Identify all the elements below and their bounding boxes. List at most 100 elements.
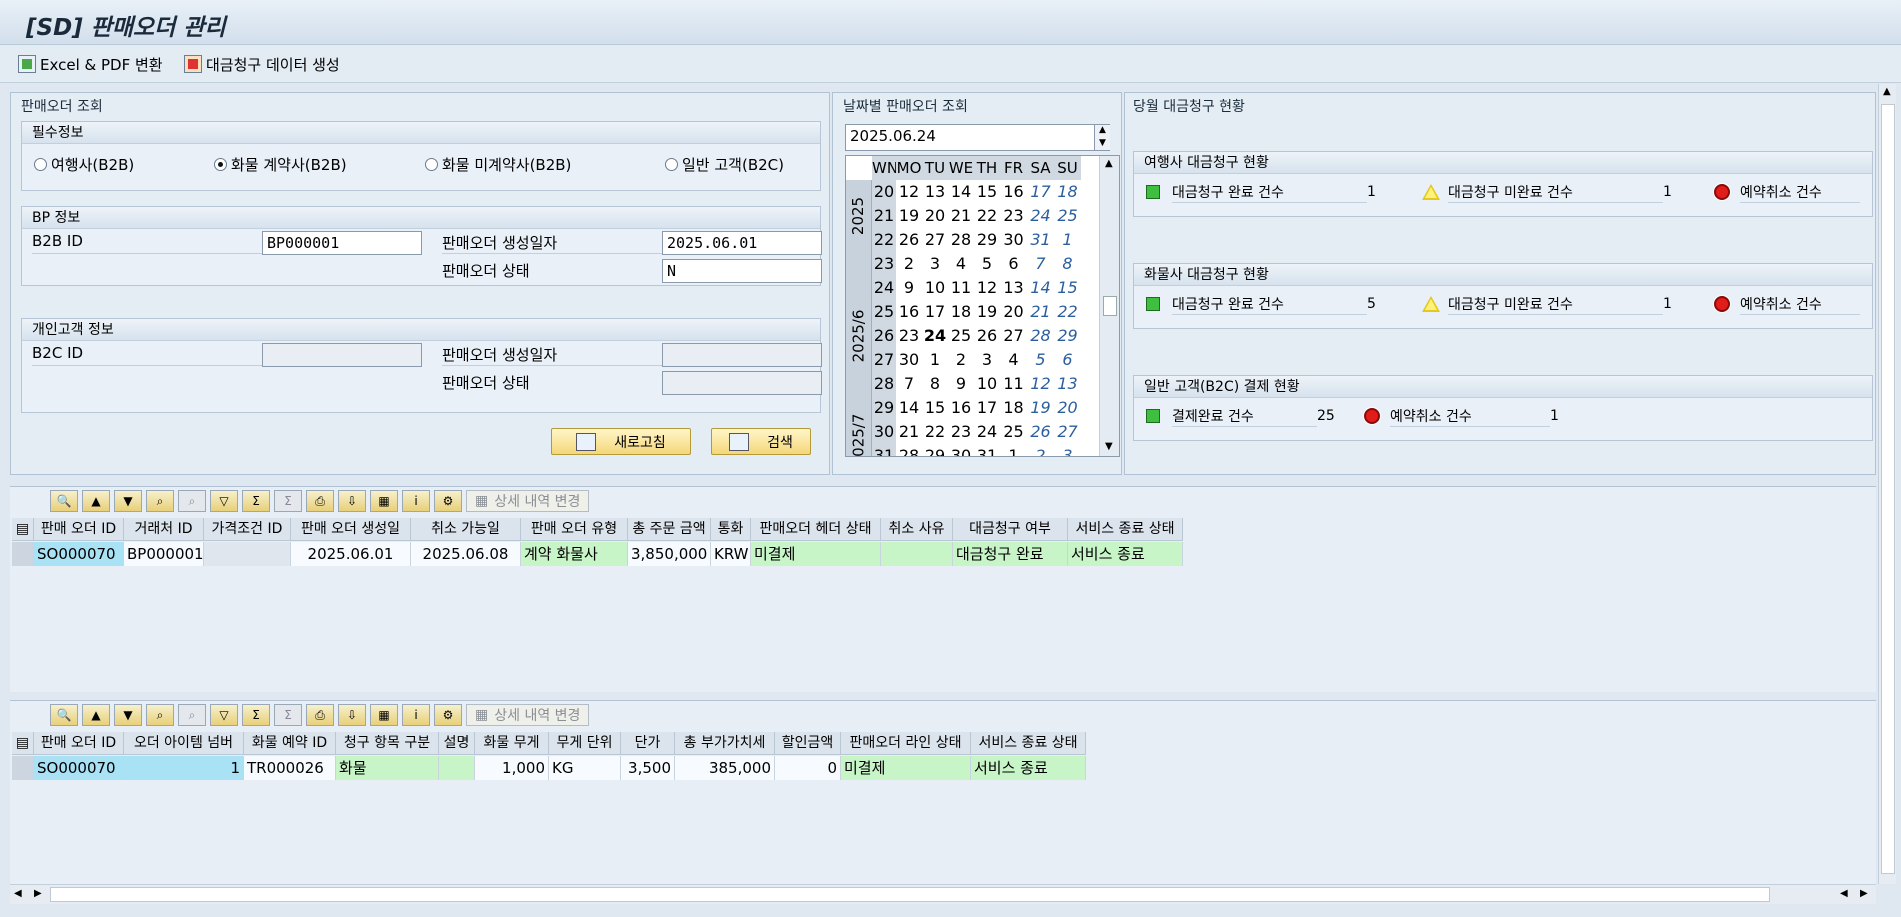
calendar-day[interactable]: 23 [896,324,922,348]
calendar-day[interactable]: 13 [1000,276,1027,300]
calendar-day[interactable]: 29 [922,444,948,456]
table-cell[interactable] [204,542,291,566]
column-header[interactable]: 대금청구 여부 [953,518,1068,541]
calendar-day[interactable]: 20 [1054,396,1081,420]
table-cell[interactable]: KRW [711,542,751,566]
calendar-day[interactable]: 13 [922,180,948,204]
table-cell[interactable]: 0 [775,756,841,780]
table-cell[interactable]: 385,000 [675,756,775,780]
radio-travel-b2b[interactable]: 여행사(B2B) [34,154,134,175]
calendar-day[interactable]: 28 [896,444,922,456]
calendar-day[interactable]: 28 [948,228,974,252]
column-header[interactable]: 판매 오더 ID [34,518,124,541]
grid2-detail-change-button[interactable]: ▦ 상세 내역 변경 [466,704,590,726]
calendar-day[interactable]: 7 [1027,252,1054,276]
settings-icon[interactable]: ⚙ [434,490,462,512]
refresh-button[interactable]: 새로고침 [551,428,691,455]
table-cell[interactable] [439,756,475,780]
calendar-scrollbar[interactable]: ▲ ▼ [1099,156,1119,456]
filter-icon[interactable]: ▽ [210,704,238,726]
column-header[interactable]: 청구 항목 구분 [336,732,439,755]
scroll-up-icon[interactable]: ▲ [1105,158,1113,169]
radio-cargo-noncontract-b2b-circle[interactable] [425,158,438,171]
calendar-day[interactable]: 15 [1054,276,1081,300]
column-header[interactable]: 화물 무게 [475,732,549,755]
calendar-day[interactable]: 12 [974,276,1000,300]
table-cell[interactable]: SO000070 [34,542,124,566]
radio-cargo-contract-b2b-circle[interactable] [214,158,227,171]
calendar-day[interactable]: 27 [922,228,948,252]
column-header[interactable]: 오더 아이템 넘버 [124,732,244,755]
b2b-id-input[interactable]: BP000001 [262,231,422,255]
column-header[interactable]: 무게 단위 [549,732,621,755]
find-icon[interactable]: ⌕ [146,490,174,512]
spin-down-icon[interactable]: ▼ [1095,138,1110,151]
calendar-day[interactable]: 20 [922,204,948,228]
info-icon[interactable]: i [402,704,430,726]
sort-descending-icon[interactable]: ▼ [114,490,142,512]
grid-select-all-icon[interactable]: ▤ [12,518,34,541]
calendar-day[interactable]: 22 [974,204,1000,228]
radio-general-b2c[interactable]: 일반 고객(B2C) [665,154,784,175]
calendar-day[interactable]: 13 [1054,372,1081,396]
print-icon[interactable]: ⎙ [306,704,334,726]
calendar-day[interactable]: 2 [896,252,922,276]
column-header[interactable]: 단가 [621,732,675,755]
calendar-day[interactable]: 31 [974,444,1000,456]
page-vertical-scrollbar[interactable]: ▲ [1878,84,1896,884]
column-header[interactable]: 서비스 종료 상태 [971,732,1086,755]
calendar-day[interactable]: 23 [1000,204,1027,228]
calendar-day[interactable]: 1 [1054,228,1081,252]
b2c-id-input[interactable] [262,343,422,367]
bp-created-date-input[interactable]: 2025.06.01 [662,231,822,255]
settings-icon[interactable]: ⚙ [434,704,462,726]
calendar-day[interactable]: 5 [1027,348,1054,372]
calendar-day[interactable]: 7 [896,372,922,396]
calendar-day[interactable]: 17 [974,396,1000,420]
calendar-day[interactable]: 23 [948,420,974,444]
column-header[interactable]: 취소 사유 [881,518,953,541]
b2c-created-date-input[interactable] [662,343,822,367]
date-input[interactable]: 2025.06.24 [845,124,1110,151]
row-selector[interactable] [12,542,34,566]
calendar-day[interactable]: 6 [1054,348,1081,372]
find-next-icon[interactable]: ⌕ [178,490,206,512]
calendar-day[interactable]: 26 [896,228,922,252]
calendar-day[interactable]: 11 [1000,372,1027,396]
calendar-day[interactable]: 3 [1054,444,1081,456]
calendar-day[interactable]: 30 [948,444,974,456]
subtotal-icon[interactable]: Σ [274,490,302,512]
export-icon[interactable]: ⇩ [338,490,366,512]
sum-icon[interactable]: Σ [242,490,270,512]
scroll-right-icon[interactable]: ▶ [34,888,42,899]
sort-ascending-icon[interactable]: ▲ [82,490,110,512]
calendar-day[interactable]: 1 [1000,444,1027,456]
layout-icon[interactable]: ▦ [370,704,398,726]
calendar-day[interactable]: 24 [922,324,948,348]
calendar-day[interactable]: 4 [1000,348,1027,372]
filter-icon[interactable]: ▽ [210,490,238,512]
scroll-thumb[interactable] [1881,104,1895,874]
calendar-day[interactable]: 20 [1000,300,1027,324]
scroll-up-icon[interactable]: ▲ [1883,86,1891,97]
calendar-day[interactable]: 9 [948,372,974,396]
calendar-day[interactable]: 8 [1054,252,1081,276]
calendar-day[interactable]: 26 [974,324,1000,348]
export-icon[interactable]: ⇩ [338,704,366,726]
table-cell[interactable]: 미결제 [841,756,971,780]
column-header[interactable]: 총 주문 금액 [628,518,711,541]
calendar-day[interactable]: 10 [974,372,1000,396]
column-header[interactable]: 판매 오더 ID [34,732,124,755]
calendar-day[interactable]: 2 [1027,444,1054,456]
table-cell[interactable]: 2025.06.08 [411,542,521,566]
search-button[interactable]: 검색 [711,428,811,455]
sort-descending-icon[interactable]: ▼ [114,704,142,726]
calendar-day[interactable]: 26 [1027,420,1054,444]
calendar-day[interactable]: 15 [922,396,948,420]
billing-data-button[interactable]: 대금청구 데이터 생성 [184,51,340,77]
find-next-icon[interactable]: ⌕ [178,704,206,726]
calendar-day[interactable]: 14 [948,180,974,204]
radio-travel-b2b-circle[interactable] [34,158,47,171]
column-header[interactable]: 총 부가가치세 [675,732,775,755]
details-icon[interactable]: 🔍 [50,490,78,512]
